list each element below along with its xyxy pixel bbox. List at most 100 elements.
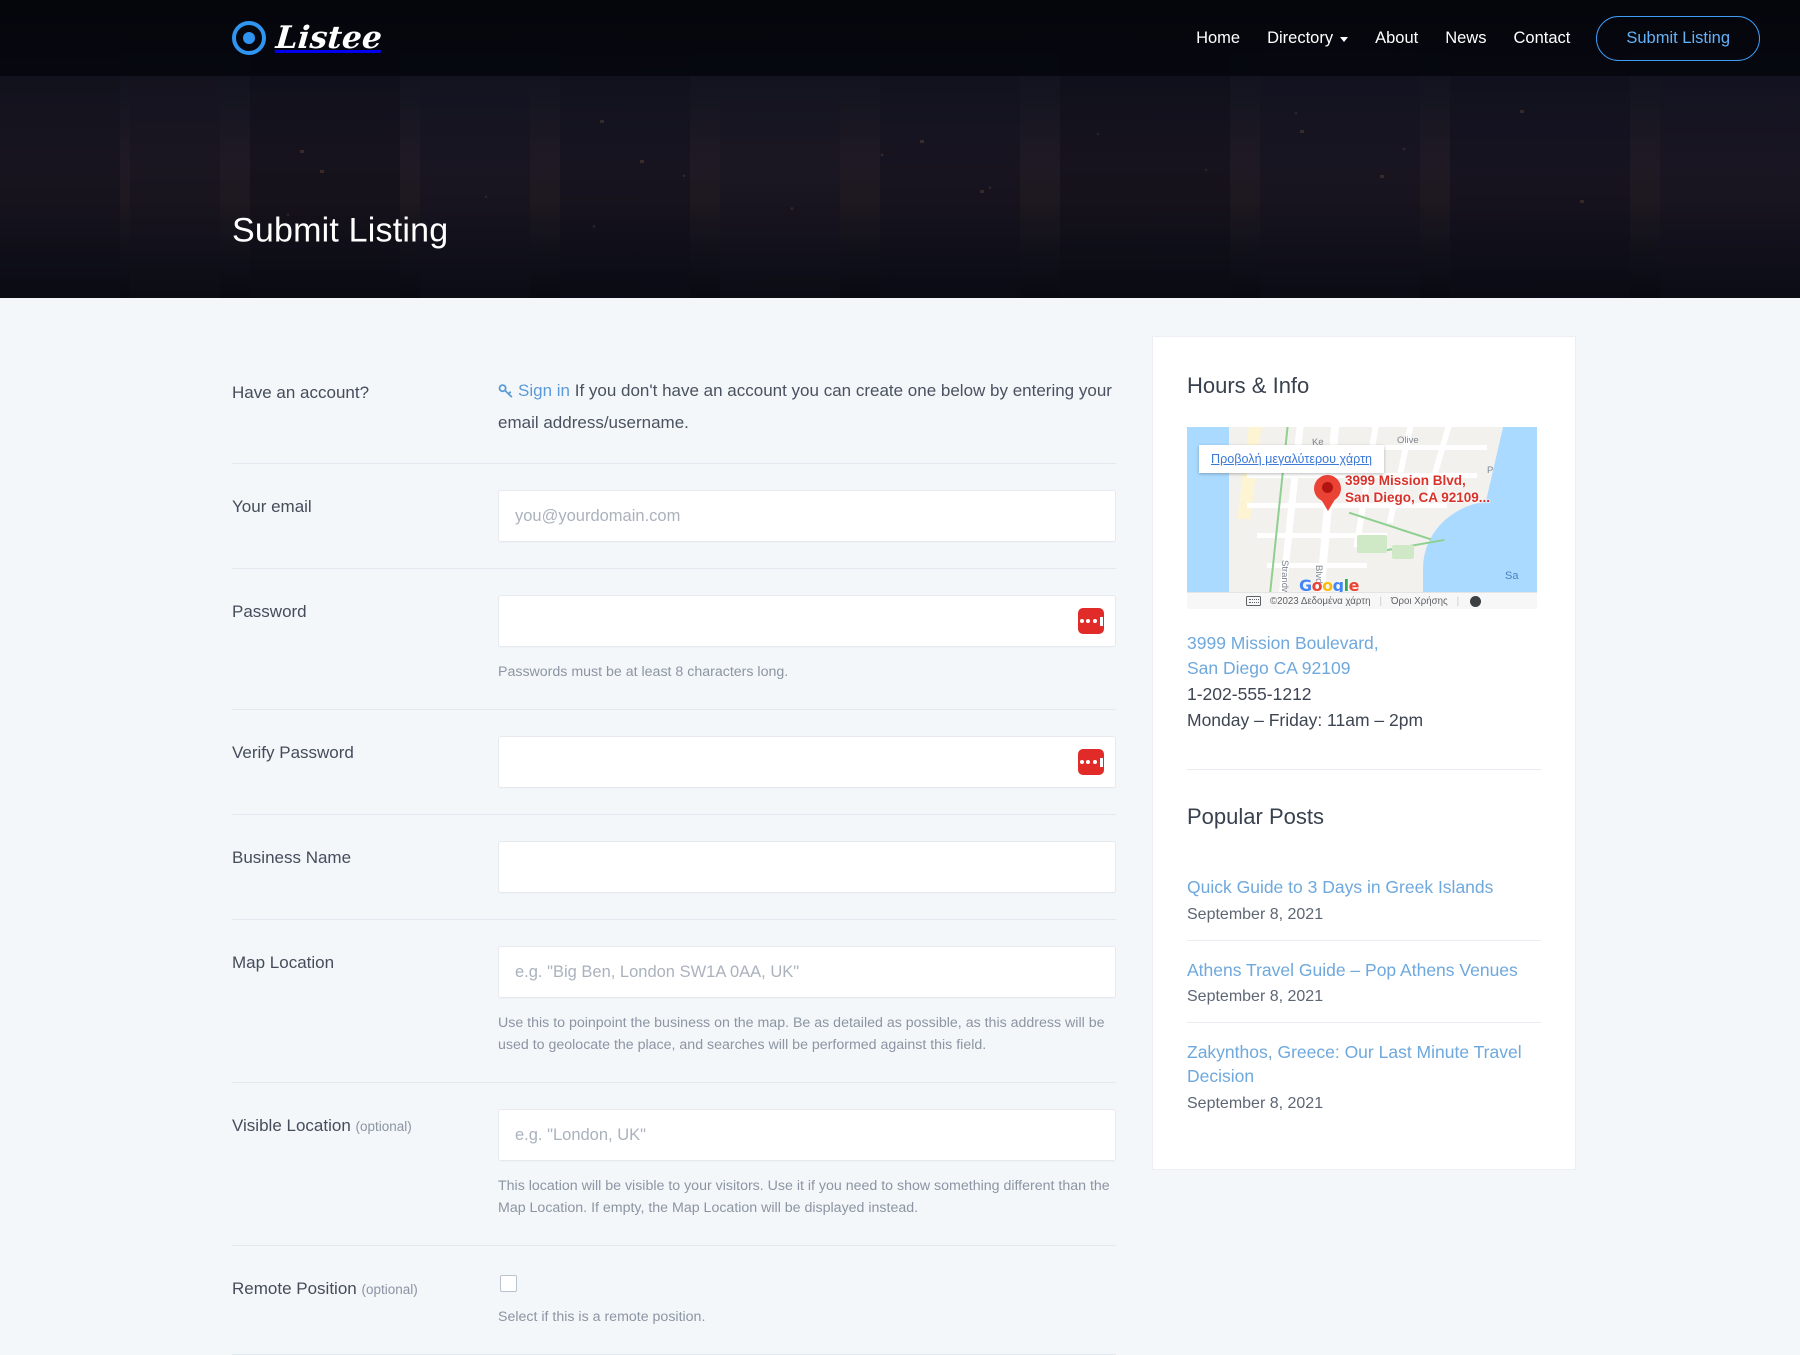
- map-marker-label: 3999 Mission Blvd, San Diego, CA 92109..…: [1345, 472, 1490, 507]
- password-input[interactable]: [498, 595, 1116, 647]
- form-row-map-location: Map Location Use this to poinpoint the b…: [232, 920, 1116, 1083]
- visible-location-optional-tag: (optional): [356, 1119, 412, 1134]
- form-row-business-name: Business Name: [232, 815, 1116, 920]
- nav-item-contact-label: Contact: [1513, 29, 1570, 48]
- email-input[interactable]: [498, 490, 1116, 542]
- map-location-label: Map Location: [232, 946, 498, 1056]
- key-icon: [498, 379, 514, 408]
- address-line-1[interactable]: 3999 Mission Boulevard,: [1187, 631, 1541, 656]
- map-location-field-wrap: Use this to poinpoint the business on th…: [498, 946, 1116, 1056]
- password-help-text: Passwords must be at least 8 characters …: [498, 661, 1116, 683]
- map-terms-link[interactable]: Όροι Χρήσης: [1391, 596, 1448, 607]
- map-location-input[interactable]: [498, 946, 1116, 998]
- map-marker-label-line1: 3999 Mission Blvd,: [1345, 472, 1490, 489]
- remote-position-optional-tag: (optional): [361, 1282, 417, 1297]
- map-street-label: Olive: [1397, 435, 1419, 446]
- post-title-link[interactable]: Athens Travel Guide – Pop Athens Venues: [1187, 959, 1541, 983]
- form-row-email: Your email: [232, 464, 1116, 569]
- password-input-group: [498, 595, 1116, 647]
- nav-item-about[interactable]: About: [1375, 29, 1418, 48]
- nav-item-home[interactable]: Home: [1196, 29, 1240, 48]
- post-date: September 8, 2021: [1187, 1095, 1541, 1113]
- page-title: Submit Listing: [232, 211, 448, 250]
- target-icon: [232, 21, 266, 55]
- verify-password-label: Verify Password: [232, 736, 498, 788]
- brand-name: Listee: [274, 20, 383, 56]
- map-footer-separator: |: [1379, 596, 1382, 607]
- visible-location-help-text: This location will be visible to your vi…: [498, 1175, 1116, 1219]
- post-title-link[interactable]: Zakynthos, Greece: Our Last Minute Trave…: [1187, 1041, 1541, 1088]
- map-marker-label-line2: San Diego, CA 92109...: [1345, 489, 1490, 506]
- view-larger-map-link[interactable]: Προβολή μεγαλύτερου χάρτη: [1199, 445, 1384, 473]
- post-date: September 8, 2021: [1187, 988, 1541, 1006]
- password-manager-icon[interactable]: [1078, 749, 1104, 775]
- password-field-wrap: Passwords must be at least 8 characters …: [498, 595, 1116, 683]
- report-bug-icon[interactable]: [1470, 596, 1481, 607]
- signin-text: Sign in If you don't have an account you…: [498, 376, 1116, 437]
- list-item: Zakynthos, Greece: Our Last Minute Trave…: [1187, 1023, 1541, 1128]
- business-name-input[interactable]: [498, 841, 1116, 893]
- popular-posts-title: Popular Posts: [1187, 804, 1541, 830]
- remote-position-help-text: Select if this is a remote position.: [498, 1306, 1116, 1328]
- address-line-2[interactable]: San Diego CA 92109: [1187, 656, 1541, 681]
- brand-logo[interactable]: Listee: [232, 20, 382, 56]
- nav-item-news-label: News: [1445, 29, 1486, 48]
- page-content: Have an account? Sign in If you don't ha…: [0, 298, 1800, 1355]
- sidebar-card: Hours & Info: [1152, 336, 1576, 1170]
- post-title-link[interactable]: Quick Guide to 3 Days in Greek Islands: [1187, 876, 1541, 900]
- visible-location-label-text: Visible Location: [232, 1116, 351, 1135]
- opening-hours: Monday – Friday: 11am – 2pm: [1187, 707, 1541, 733]
- hero-banner: Listee Home Directory About News Contact…: [0, 0, 1800, 298]
- form-row-visible-location: Visible Location (optional) This locatio…: [232, 1083, 1116, 1246]
- main-navigation: Listee Home Directory About News Contact…: [0, 0, 1800, 76]
- remote-position-checkbox[interactable]: [500, 1275, 517, 1292]
- verify-password-input[interactable]: [498, 736, 1116, 788]
- map-park: [1392, 545, 1414, 559]
- form-row-verify-password: Verify Password: [232, 710, 1116, 815]
- map-data-attribution: ©2023 Δεδομένα χάρτη: [1270, 596, 1370, 607]
- business-info: 3999 Mission Boulevard, San Diego CA 921…: [1187, 631, 1541, 733]
- visible-location-input[interactable]: [498, 1109, 1116, 1161]
- submit-listing-form: Have an account? Sign in If you don't ha…: [232, 298, 1116, 1355]
- remote-position-field-wrap: Select if this is a remote position.: [498, 1272, 1116, 1328]
- map-location-help-text: Use this to poinpoint the business on th…: [498, 1012, 1116, 1056]
- nav-links: Home Directory About News Contact: [1196, 29, 1570, 48]
- google-map-embed[interactable]: Ke Olive P Strandway Blvd Sa 3999 Missio…: [1187, 427, 1537, 609]
- sign-in-link[interactable]: Sign in: [518, 381, 570, 400]
- form-row-password: Password Passwords must be at least 8 ch…: [232, 569, 1116, 710]
- nav-item-directory-label: Directory: [1267, 29, 1333, 48]
- business-name-label: Business Name: [232, 841, 498, 893]
- map-water-label: Sa: [1505, 570, 1518, 582]
- remote-position-label: Remote Position (optional): [232, 1272, 498, 1328]
- chevron-down-icon: [1340, 37, 1348, 42]
- account-label: Have an account?: [232, 376, 498, 437]
- email-field-wrap: [498, 490, 1116, 542]
- phone-number: 1-202-555-1212: [1187, 681, 1541, 707]
- sidebar: Hours & Info: [1152, 298, 1576, 1170]
- verify-password-input-group: [498, 736, 1116, 788]
- nav-item-contact[interactable]: Contact: [1513, 29, 1570, 48]
- nav-item-directory[interactable]: Directory: [1267, 29, 1348, 48]
- map-footer-separator: |: [1457, 596, 1460, 607]
- list-item: Athens Travel Guide – Pop Athens Venues …: [1187, 941, 1541, 1024]
- email-label: Your email: [232, 490, 498, 542]
- password-manager-icon[interactable]: [1078, 608, 1104, 634]
- list-item: Quick Guide to 3 Days in Greek Islands S…: [1187, 858, 1541, 941]
- hours-info-title: Hours & Info: [1187, 373, 1541, 399]
- map-marker-pin[interactable]: [1314, 475, 1341, 510]
- account-helper-text: If you don't have an account you can cre…: [498, 381, 1112, 432]
- visible-location-label: Visible Location (optional): [232, 1109, 498, 1219]
- verify-password-field-wrap: [498, 736, 1116, 788]
- nav-item-news[interactable]: News: [1445, 29, 1486, 48]
- remote-position-label-text: Remote Position: [232, 1279, 357, 1298]
- post-date: September 8, 2021: [1187, 906, 1541, 924]
- visible-location-field-wrap: This location will be visible to your vi…: [498, 1109, 1116, 1219]
- submit-listing-button[interactable]: Submit Listing: [1596, 16, 1760, 61]
- account-field: Sign in If you don't have an account you…: [498, 376, 1116, 437]
- keyboard-shortcuts-icon[interactable]: [1246, 596, 1261, 606]
- map-footer: ©2023 Δεδομένα χάρτη | Όροι Χρήσης |: [1187, 592, 1537, 609]
- form-row-account: Have an account? Sign in If you don't ha…: [232, 350, 1116, 464]
- sidebar-divider: [1187, 769, 1541, 770]
- password-label: Password: [232, 595, 498, 683]
- form-row-remote-position: Remote Position (optional) Select if thi…: [232, 1246, 1116, 1355]
